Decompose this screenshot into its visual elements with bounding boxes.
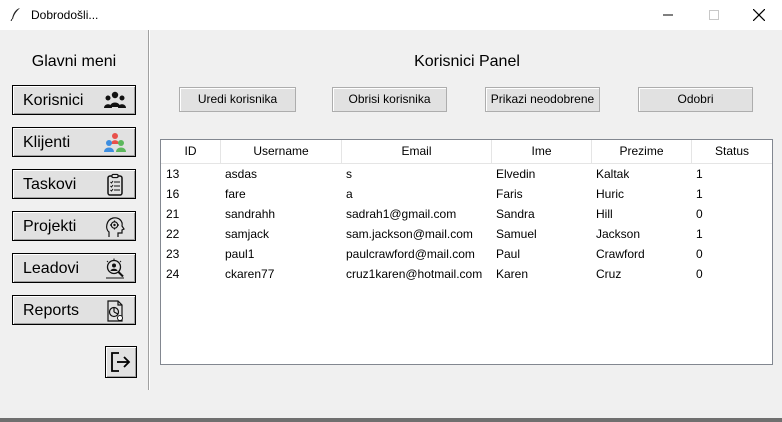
table-header: ID Username Email Ime Prezime Status <box>161 140 772 164</box>
column-header-ime[interactable]: Ime <box>492 140 592 163</box>
sidebar-item-klijenti[interactable]: Klijenti <box>12 127 136 157</box>
feather-icon <box>10 8 20 21</box>
table-row[interactable]: 22 samjack sam.jackson@mail.com Samuel Jacks… <box>161 224 772 244</box>
maximize-icon <box>709 10 719 20</box>
close-icon <box>753 9 765 21</box>
table-row[interactable]: 21 sandrahh sadrah1@gmail.com Sandra Hill 0 <box>161 204 772 224</box>
cell-username: fare <box>225 187 246 201</box>
column-header-prezime[interactable]: Prezime <box>592 140 692 163</box>
clipboard-checklist-icon <box>107 173 123 196</box>
sidebar-item-label: Projekti <box>23 218 77 235</box>
cell-status: 1 <box>696 227 703 241</box>
gear-head-icon <box>106 217 125 237</box>
cell-status: 0 <box>696 207 703 221</box>
cell-ime: Samuel <box>496 227 537 241</box>
column-header-email[interactable]: Email <box>342 140 492 163</box>
cell-username: asdas <box>225 167 258 181</box>
title-bar: Dobrodošli... <box>0 0 782 30</box>
cell-email: sam.jackson@mail.com <box>346 227 473 241</box>
sidebar-item-label: Reports <box>23 302 80 319</box>
cell-email: cruz1karen@hotmail.com <box>346 267 483 281</box>
cell-prezime: Hill <box>596 207 613 221</box>
cell-email: paulcrawford@mail.com <box>346 247 475 261</box>
users-table[interactable]: ID Username Email Ime Prezime Status 13 a… <box>160 139 773 365</box>
cell-username: paul1 <box>225 247 255 261</box>
maximize-button[interactable] <box>691 0 737 30</box>
sidebar-item-taskovi[interactable]: Taskovi <box>12 169 136 199</box>
cell-id: 23 <box>166 247 180 261</box>
cell-username: samjack <box>225 227 270 241</box>
logout-icon <box>111 352 131 372</box>
sidebar-item-label: Leadovi <box>23 260 80 277</box>
document-chart-icon <box>107 300 123 322</box>
cell-id: 21 <box>166 207 180 221</box>
sidebar-item-reports[interactable]: Reports <box>12 295 136 325</box>
sidebar-item-korisnici[interactable]: Korisnici <box>12 85 136 115</box>
cell-email: sadrah1@gmail.com <box>346 207 457 221</box>
panel-title: Korisnici Panel <box>414 53 520 70</box>
cell-ime: Elvedin <box>496 167 536 181</box>
cell-prezime: Jackson <box>596 227 641 241</box>
cell-status: 0 <box>696 267 703 281</box>
logout-button[interactable] <box>105 346 137 378</box>
column-header-id[interactable]: ID <box>161 140 221 163</box>
edit-user-button[interactable]: Uredi korisnika <box>179 87 296 112</box>
approve-button[interactable]: Odobri <box>638 87 753 112</box>
sidebar-divider-highlight <box>149 30 150 390</box>
clients-colored-icon <box>104 133 126 152</box>
cell-ime: Karen <box>496 267 529 281</box>
table-row[interactable]: 23 paul1 paulcrawford@mail.com Paul Crawford… <box>161 244 772 264</box>
cell-ime: Sandra <box>496 207 535 221</box>
sidebar-item-label: Taskovi <box>23 176 77 193</box>
cell-id: 16 <box>166 187 180 201</box>
table-row[interactable]: 13 asdas s Elvedin Kaltak 1 <box>161 164 772 184</box>
show-unapproved-button[interactable]: Prikazi neodobrene <box>485 87 600 112</box>
cell-ime: Paul <box>496 247 521 261</box>
cell-id: 24 <box>166 267 180 281</box>
taskbar-edge <box>0 418 782 422</box>
column-header-status[interactable]: Status <box>692 140 772 163</box>
cell-email: s <box>346 167 352 181</box>
window-title: Dobrodošli... <box>31 8 99 22</box>
column-header-username[interactable]: Username <box>221 140 342 163</box>
sidebar-item-leadovi[interactable]: Leadovi <box>12 253 136 283</box>
cell-status: 1 <box>696 187 703 201</box>
cell-username: ckaren77 <box>225 267 275 281</box>
table-row[interactable]: 16 fare a Faris Huric 1 <box>161 184 772 204</box>
cell-status: 0 <box>696 247 703 261</box>
cell-prezime: Cruz <box>596 267 622 281</box>
cell-email: a <box>346 187 353 201</box>
sidebar-item-label: Klijenti <box>23 134 71 151</box>
minimize-icon <box>663 14 673 16</box>
sidebar-title: Glavni meni <box>31 53 117 70</box>
cell-prezime: Crawford <box>596 247 645 261</box>
users-group-icon <box>104 91 126 108</box>
cell-ime: Faris <box>496 187 523 201</box>
sidebar-item-label: Korisnici <box>23 92 84 109</box>
cell-prezime: Huric <box>596 187 625 201</box>
delete-user-button[interactable]: Obrisi korisnika <box>332 87 447 112</box>
magnifier-person-icon <box>106 258 124 279</box>
cell-username: sandrahh <box>225 207 276 221</box>
cell-status: 1 <box>696 167 703 181</box>
table-row[interactable]: 24 ckaren77 cruz1karen@hotmail.com Karen Cru… <box>161 264 772 284</box>
minimize-button[interactable] <box>645 0 691 30</box>
sidebar-item-projekti[interactable]: Projekti <box>12 211 136 241</box>
cell-id: 13 <box>166 167 180 181</box>
cell-id: 22 <box>166 227 180 241</box>
cell-prezime: Kaltak <box>596 167 630 181</box>
close-button[interactable] <box>736 0 782 30</box>
